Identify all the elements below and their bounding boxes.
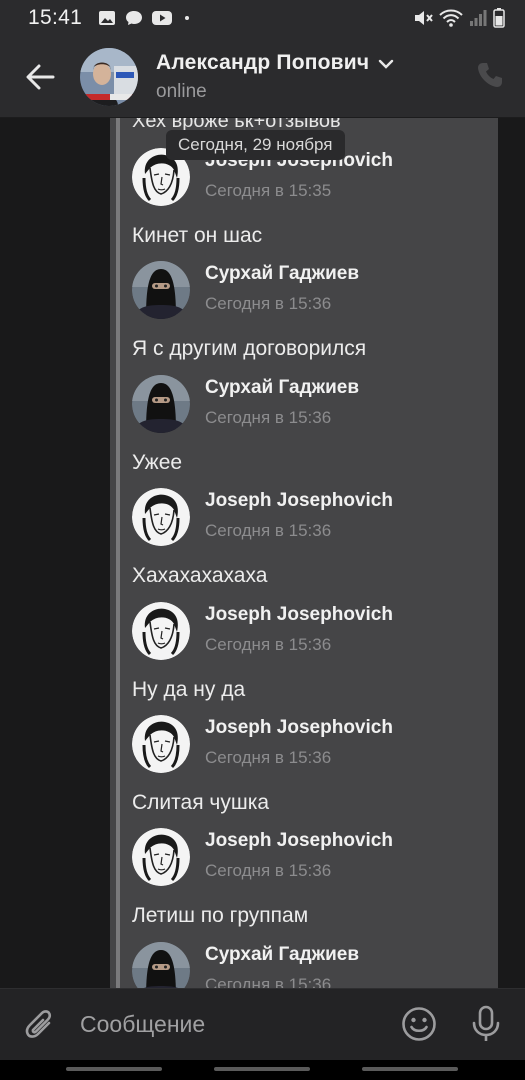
message-item[interactable]: Joseph Josephovich Сегодня в 15:35 Кинет о…	[132, 148, 494, 248]
message-meta: Joseph Josephovich Сегодня в 15:36	[205, 828, 393, 881]
message-header: Сурхай Гаджиев Сегодня в 15:36	[132, 941, 494, 988]
message-meta: Joseph Josephovich Сегодня в 15:36	[205, 488, 393, 541]
date-separator: Сегодня, 29 ноября	[166, 130, 345, 160]
author-name[interactable]: Joseph Josephovich	[205, 604, 393, 626]
message-meta: Joseph Josephovich Сегодня в 15:36	[205, 602, 393, 655]
contact-status: online	[156, 80, 207, 102]
chat-header: Александр Попович online	[0, 36, 525, 118]
message-text: Ужее	[132, 450, 183, 474]
smiley-icon	[402, 1007, 436, 1041]
arrow-left-icon	[26, 64, 55, 89]
message-time: Сегодня в 15:36	[205, 974, 332, 988]
mic-button[interactable]	[471, 1005, 501, 1048]
message-item[interactable]: Joseph Josephovich Сегодня в 15:36 Летиш п…	[132, 828, 494, 928]
message-header: Сурхай Гаджиев Сегодня в 15:36	[132, 261, 494, 320]
message-text: Летиш по группам	[132, 904, 309, 928]
notification-icons	[98, 10, 193, 26]
nav-home-handle[interactable]	[214, 1067, 310, 1071]
emoji-button[interactable]	[401, 1006, 437, 1047]
author-avatar[interactable]	[132, 715, 190, 773]
call-button[interactable]	[475, 60, 505, 95]
status-bar: 15:41	[0, 0, 525, 36]
message-time: Сегодня в 15:36	[205, 861, 332, 881]
contact-info[interactable]: Александр Попович online	[156, 51, 395, 103]
signal-icon	[470, 10, 487, 26]
message-time: Сегодня в 15:36	[205, 521, 332, 541]
message-header: Joseph Josephovich Сегодня в 15:36	[132, 828, 494, 887]
message-text: Кинет он шас	[132, 224, 263, 247]
message-item[interactable]: Joseph Josephovich Сегодня в 15:36 Слитая …	[132, 715, 494, 815]
author-name[interactable]: Сурхай Гаджиев	[205, 263, 359, 285]
mute-icon	[415, 11, 433, 25]
battery-icon	[493, 8, 505, 28]
author-avatar[interactable]	[132, 374, 190, 433]
message-item[interactable]: Сурхай Гаджиев Сегодня в 15:36 Ужее	[132, 374, 494, 475]
forward-quote-line	[116, 118, 120, 988]
status-time: 15:41	[28, 6, 83, 29]
author-avatar[interactable]	[132, 261, 190, 320]
author-name[interactable]: Сурхай Гаджиев	[205, 944, 359, 966]
contact-avatar[interactable]	[80, 47, 138, 106]
author-name[interactable]: Joseph Josephovich	[205, 490, 393, 512]
message-meta: Joseph Josephovich Сегодня в 15:36	[205, 715, 393, 768]
phone-icon	[478, 63, 502, 87]
contact-name-row[interactable]: Александр Попович	[156, 51, 395, 75]
nav-recents-handle[interactable]	[66, 1067, 162, 1071]
contact-name: Александр Попович	[156, 50, 370, 74]
message-text: Я с другим договорился	[132, 337, 367, 361]
author-name[interactable]: Joseph Josephovich	[205, 717, 393, 739]
message-item[interactable]: Joseph Josephovich Сегодня в 15:36 Хахахах…	[132, 488, 494, 588]
message-meta: Сурхай Гаджиев Сегодня в 15:36	[205, 261, 359, 314]
message-time: Сегодня в 15:36	[205, 407, 332, 427]
message-text: Слитая чушка	[132, 791, 270, 814]
dot-icon	[185, 16, 190, 20]
message-meta: Сурхай Гаджиев Сегодня в 15:36	[205, 942, 359, 988]
author-avatar[interactable]	[132, 488, 190, 547]
gallery-icon	[99, 11, 116, 25]
message-item[interactable]: Joseph Josephovich Сегодня в 15:36 Ну да н…	[132, 601, 494, 702]
chat-area[interactable]: Хех вроже ьк+отзывов Сегодня, 29 ноября …	[0, 118, 525, 988]
message-header: Joseph Josephovich Сегодня в 15:36	[132, 601, 494, 660]
system-icons	[413, 8, 505, 28]
message-header: Сурхай Гаджиев Сегодня в 15:36	[132, 374, 494, 433]
message-header: Joseph Josephovich Сегодня в 15:36	[132, 715, 494, 773]
message-text: Ну да ну да	[132, 677, 246, 701]
message-time: Сегодня в 15:36	[205, 634, 332, 654]
message-input[interactable]: Сообщение	[80, 1011, 205, 1038]
message-time: Сегодня в 15:36	[205, 748, 332, 767]
back-button[interactable]	[0, 36, 80, 118]
nav-back-handle[interactable]	[362, 1067, 458, 1071]
author-name[interactable]: Joseph Josephovich	[205, 830, 393, 852]
wifi-icon	[439, 9, 463, 27]
microphone-icon	[472, 1005, 500, 1041]
message-meta: Сурхай Гаджиев Сегодня в 15:36	[205, 375, 359, 428]
message-item[interactable]: Сурхай Гаджиев Сегодня в 15:36 Я с другим …	[132, 261, 494, 361]
author-avatar[interactable]	[132, 828, 190, 887]
author-avatar[interactable]	[132, 601, 190, 660]
message-time: Сегодня в 15:36	[205, 294, 332, 314]
chevron-down-icon	[379, 59, 394, 69]
message-item[interactable]: Сурхай Гаджиев Сегодня в 15:36	[132, 941, 494, 988]
chat-bubble-icon	[126, 11, 143, 25]
author-name[interactable]: Сурхай Гаджиев	[205, 377, 359, 399]
message-time: Сегодня в 15:35	[205, 181, 332, 200]
system-nav-bar	[0, 1060, 525, 1080]
message-text: Хахахахахаха	[132, 564, 268, 588]
paperclip-icon	[25, 1009, 52, 1038]
youtube-icon	[152, 11, 173, 25]
author-avatar[interactable]	[132, 941, 190, 988]
message-header: Joseph Josephovich Сегодня в 15:36	[132, 488, 494, 547]
attach-button[interactable]	[0, 989, 80, 1061]
composer: Сообщение	[0, 988, 525, 1060]
